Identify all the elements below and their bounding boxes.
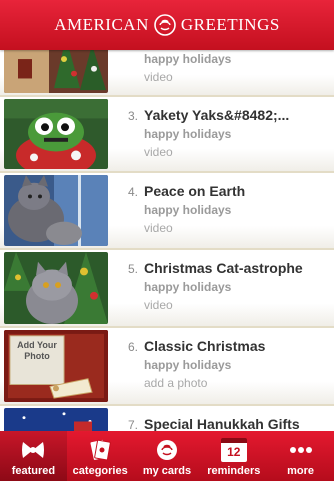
item-type: video	[144, 221, 173, 235]
tab-label: more	[287, 465, 315, 477]
item-title: Christmas Cat-astrophe	[144, 260, 303, 276]
more-dots-icon	[289, 447, 312, 453]
item-number: 4.	[128, 185, 139, 199]
rose-icon	[154, 14, 176, 36]
item-type: add a photo	[144, 376, 208, 390]
tab-featured[interactable]: featured	[0, 431, 67, 481]
item-number: 3.	[128, 109, 139, 123]
list-item[interactable]: 4. Peace on Earth happy holidays video	[0, 173, 334, 250]
item-subtitle: happy holidays	[144, 127, 232, 141]
hanukkah-image	[4, 408, 108, 431]
cards-icon	[90, 439, 111, 461]
yak-sweater-image	[4, 99, 108, 169]
item-subtitle: happy holidays	[144, 52, 232, 66]
list-item[interactable]: 7. Special Hanukkah Gifts	[0, 406, 334, 431]
list-item[interactable]: 5. Christmas Cat-astrophe happy holidays…	[0, 250, 334, 328]
tab-bar: featured categories my cards 12 reminder…	[0, 431, 334, 481]
item-subtitle: happy holidays	[144, 280, 232, 294]
tab-label: categories	[72, 465, 128, 477]
item-number: 5.	[128, 262, 139, 276]
brand-logo: AMERICAN GREETINGS	[54, 13, 280, 37]
add-photo-text: Add Your Photo	[17, 340, 57, 361]
photo-frame-image: Add Your Photo	[4, 330, 108, 402]
cat-tree-image	[4, 252, 108, 324]
brand-left-text: AMERICAN	[54, 15, 149, 34]
list-item[interactable]: Add Your Photo 6. Classic Christmas happ…	[0, 328, 334, 406]
tab-categories[interactable]: categories	[67, 431, 134, 481]
item-subtitle: happy holidays	[144, 358, 232, 372]
item-title: Yakety Yaks&#8482;...	[144, 107, 290, 123]
list-item[interactable]: happy holidays video	[0, 50, 334, 97]
tab-my-cards[interactable]: my cards	[134, 431, 201, 481]
item-type: video	[144, 298, 173, 312]
app-header: AMERICAN GREETINGS	[0, 0, 334, 50]
tab-more[interactable]: more	[267, 431, 334, 481]
calendar-icon: 12	[220, 438, 247, 462]
tab-label: reminders	[207, 465, 261, 477]
item-title: Peace on Earth	[144, 183, 246, 199]
item-number: 6.	[128, 340, 139, 354]
item-type: video	[144, 145, 173, 159]
card-list[interactable]: happy holidays video 3. Yakety Yaks&#848…	[0, 50, 334, 431]
gingerbread-house-image	[4, 50, 108, 93]
brand-right-text: GREETINGS	[180, 15, 280, 34]
item-type: video	[144, 70, 173, 84]
item-title: Special Hanukkah Gifts	[144, 416, 300, 431]
rose-icon	[156, 440, 177, 460]
item-number: 7.	[128, 418, 139, 431]
item-subtitle: happy holidays	[144, 203, 232, 217]
list-item[interactable]: 3. Yakety Yaks&#8482;... happy holidays …	[0, 97, 334, 173]
tab-label: featured	[11, 465, 56, 477]
calendar-day: 12	[227, 445, 241, 459]
bow-icon	[22, 442, 45, 458]
item-title: Classic Christmas	[144, 338, 266, 354]
tab-reminders[interactable]: 12 reminders	[200, 431, 267, 481]
tab-label: my cards	[142, 465, 192, 477]
cat-window-image	[4, 175, 108, 246]
